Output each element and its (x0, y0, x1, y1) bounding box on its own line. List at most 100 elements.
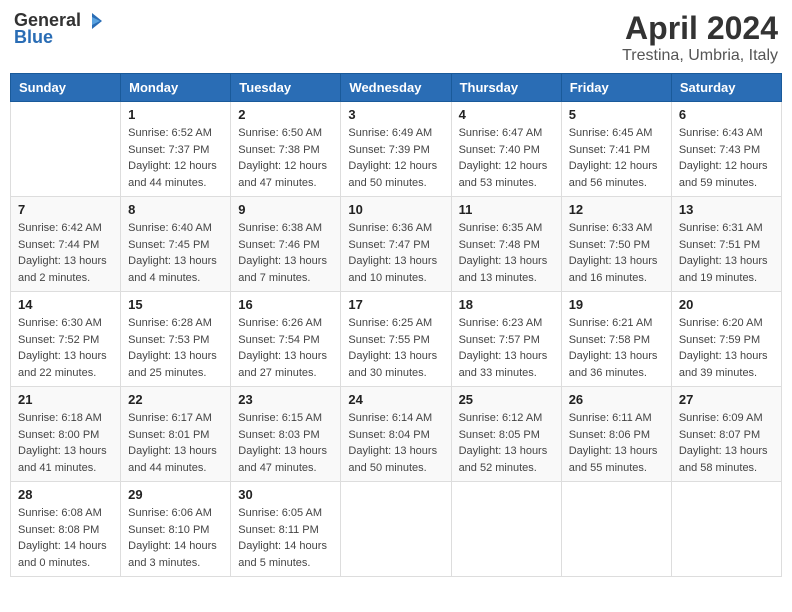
header-thursday: Thursday (451, 74, 561, 102)
day-number: 23 (238, 392, 333, 407)
daylight-text: Daylight: 13 hours and 2 minutes. (18, 253, 113, 286)
day-info: Sunrise: 6:40 AM Sunset: 7:45 PM Dayligh… (128, 220, 223, 286)
sunrise-text: Sunrise: 6:40 AM (128, 220, 223, 237)
week-row-2: 7 Sunrise: 6:42 AM Sunset: 7:44 PM Dayli… (11, 197, 782, 292)
sunset-text: Sunset: 7:53 PM (128, 332, 223, 349)
sunset-text: Sunset: 7:38 PM (238, 142, 333, 159)
day-number: 21 (18, 392, 113, 407)
day-cell: 20 Sunrise: 6:20 AM Sunset: 7:59 PM Dayl… (671, 292, 781, 387)
day-cell (671, 482, 781, 577)
sunrise-text: Sunrise: 6:42 AM (18, 220, 113, 237)
header-friday: Friday (561, 74, 671, 102)
daylight-text: Daylight: 13 hours and 30 minutes. (348, 348, 443, 381)
day-cell: 18 Sunrise: 6:23 AM Sunset: 7:57 PM Dayl… (451, 292, 561, 387)
day-info: Sunrise: 6:26 AM Sunset: 7:54 PM Dayligh… (238, 315, 333, 381)
daylight-text: Daylight: 12 hours and 44 minutes. (128, 158, 223, 191)
sunset-text: Sunset: 8:08 PM (18, 522, 113, 539)
sunset-text: Sunset: 8:07 PM (679, 427, 774, 444)
sunset-text: Sunset: 7:59 PM (679, 332, 774, 349)
sunset-text: Sunset: 7:48 PM (459, 237, 554, 254)
day-info: Sunrise: 6:33 AM Sunset: 7:50 PM Dayligh… (569, 220, 664, 286)
day-cell: 21 Sunrise: 6:18 AM Sunset: 8:00 PM Dayl… (11, 387, 121, 482)
day-info: Sunrise: 6:36 AM Sunset: 7:47 PM Dayligh… (348, 220, 443, 286)
day-cell: 27 Sunrise: 6:09 AM Sunset: 8:07 PM Dayl… (671, 387, 781, 482)
sunrise-text: Sunrise: 6:09 AM (679, 410, 774, 427)
day-cell: 25 Sunrise: 6:12 AM Sunset: 8:05 PM Dayl… (451, 387, 561, 482)
sunrise-text: Sunrise: 6:17 AM (128, 410, 223, 427)
day-info: Sunrise: 6:08 AM Sunset: 8:08 PM Dayligh… (18, 505, 113, 571)
day-number: 6 (679, 107, 774, 122)
sunrise-text: Sunrise: 6:52 AM (128, 125, 223, 142)
day-number: 4 (459, 107, 554, 122)
day-cell: 19 Sunrise: 6:21 AM Sunset: 7:58 PM Dayl… (561, 292, 671, 387)
day-info: Sunrise: 6:49 AM Sunset: 7:39 PM Dayligh… (348, 125, 443, 191)
day-cell: 4 Sunrise: 6:47 AM Sunset: 7:40 PM Dayli… (451, 102, 561, 197)
day-number: 26 (569, 392, 664, 407)
sunrise-text: Sunrise: 6:20 AM (679, 315, 774, 332)
sunset-text: Sunset: 8:00 PM (18, 427, 113, 444)
sunset-text: Sunset: 8:05 PM (459, 427, 554, 444)
day-number: 5 (569, 107, 664, 122)
day-cell: 2 Sunrise: 6:50 AM Sunset: 7:38 PM Dayli… (231, 102, 341, 197)
daylight-text: Daylight: 13 hours and 41 minutes. (18, 443, 113, 476)
day-info: Sunrise: 6:15 AM Sunset: 8:03 PM Dayligh… (238, 410, 333, 476)
week-row-3: 14 Sunrise: 6:30 AM Sunset: 7:52 PM Dayl… (11, 292, 782, 387)
day-info: Sunrise: 6:21 AM Sunset: 7:58 PM Dayligh… (569, 315, 664, 381)
day-number: 30 (238, 487, 333, 502)
location-title: Trestina, Umbria, Italy (622, 47, 778, 65)
sunrise-text: Sunrise: 6:30 AM (18, 315, 113, 332)
sunrise-text: Sunrise: 6:12 AM (459, 410, 554, 427)
logo-blue-text: Blue (14, 27, 53, 48)
sunset-text: Sunset: 7:43 PM (679, 142, 774, 159)
day-info: Sunrise: 6:17 AM Sunset: 8:01 PM Dayligh… (128, 410, 223, 476)
header-saturday: Saturday (671, 74, 781, 102)
daylight-text: Daylight: 13 hours and 4 minutes. (128, 253, 223, 286)
sunset-text: Sunset: 7:46 PM (238, 237, 333, 254)
day-cell: 11 Sunrise: 6:35 AM Sunset: 7:48 PM Dayl… (451, 197, 561, 292)
sunset-text: Sunset: 8:10 PM (128, 522, 223, 539)
day-info: Sunrise: 6:05 AM Sunset: 8:11 PM Dayligh… (238, 505, 333, 571)
day-cell (451, 482, 561, 577)
sunset-text: Sunset: 7:51 PM (679, 237, 774, 254)
day-number: 22 (128, 392, 223, 407)
sunset-text: Sunset: 8:01 PM (128, 427, 223, 444)
day-number: 29 (128, 487, 223, 502)
day-info: Sunrise: 6:06 AM Sunset: 8:10 PM Dayligh… (128, 505, 223, 571)
day-number: 9 (238, 202, 333, 217)
day-number: 27 (679, 392, 774, 407)
week-row-1: 1 Sunrise: 6:52 AM Sunset: 7:37 PM Dayli… (11, 102, 782, 197)
sunset-text: Sunset: 7:57 PM (459, 332, 554, 349)
sunset-text: Sunset: 7:55 PM (348, 332, 443, 349)
day-info: Sunrise: 6:52 AM Sunset: 7:37 PM Dayligh… (128, 125, 223, 191)
daylight-text: Daylight: 14 hours and 5 minutes. (238, 538, 333, 571)
sunrise-text: Sunrise: 6:43 AM (679, 125, 774, 142)
header-tuesday: Tuesday (231, 74, 341, 102)
sunrise-text: Sunrise: 6:15 AM (238, 410, 333, 427)
day-cell: 8 Sunrise: 6:40 AM Sunset: 7:45 PM Dayli… (121, 197, 231, 292)
logo-icon (82, 13, 102, 29)
day-info: Sunrise: 6:31 AM Sunset: 7:51 PM Dayligh… (679, 220, 774, 286)
day-cell: 12 Sunrise: 6:33 AM Sunset: 7:50 PM Dayl… (561, 197, 671, 292)
day-info: Sunrise: 6:20 AM Sunset: 7:59 PM Dayligh… (679, 315, 774, 381)
day-cell: 6 Sunrise: 6:43 AM Sunset: 7:43 PM Dayli… (671, 102, 781, 197)
sunset-text: Sunset: 8:04 PM (348, 427, 443, 444)
sunset-text: Sunset: 7:58 PM (569, 332, 664, 349)
day-number: 1 (128, 107, 223, 122)
weekday-header-row: Sunday Monday Tuesday Wednesday Thursday… (11, 74, 782, 102)
sunset-text: Sunset: 7:45 PM (128, 237, 223, 254)
day-info: Sunrise: 6:23 AM Sunset: 7:57 PM Dayligh… (459, 315, 554, 381)
sunrise-text: Sunrise: 6:21 AM (569, 315, 664, 332)
day-info: Sunrise: 6:30 AM Sunset: 7:52 PM Dayligh… (18, 315, 113, 381)
title-area: April 2024 Trestina, Umbria, Italy (622, 10, 778, 65)
daylight-text: Daylight: 13 hours and 58 minutes. (679, 443, 774, 476)
daylight-text: Daylight: 12 hours and 47 minutes. (238, 158, 333, 191)
sunrise-text: Sunrise: 6:36 AM (348, 220, 443, 237)
sunset-text: Sunset: 7:39 PM (348, 142, 443, 159)
day-number: 13 (679, 202, 774, 217)
sunrise-text: Sunrise: 6:35 AM (459, 220, 554, 237)
day-number: 17 (348, 297, 443, 312)
day-number: 24 (348, 392, 443, 407)
sunrise-text: Sunrise: 6:33 AM (569, 220, 664, 237)
day-cell: 17 Sunrise: 6:25 AM Sunset: 7:55 PM Dayl… (341, 292, 451, 387)
sunrise-text: Sunrise: 6:50 AM (238, 125, 333, 142)
